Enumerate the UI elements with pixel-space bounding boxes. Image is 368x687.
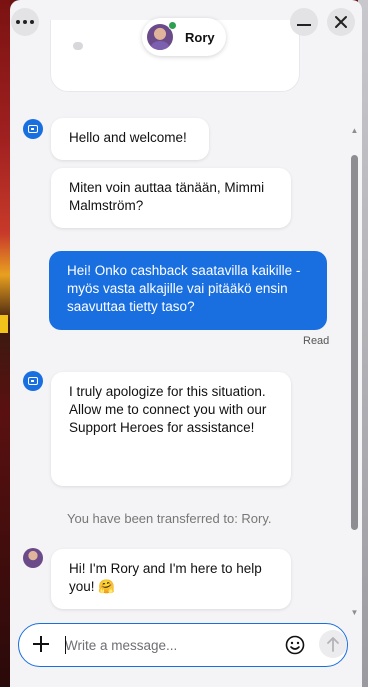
message-input[interactable] (65, 634, 265, 656)
minimize-button[interactable] (290, 8, 318, 36)
scroll-down-arrow-icon[interactable]: ▼ (350, 609, 359, 617)
user-message: Hei! Onko cashback saatavilla kaikille -… (49, 251, 327, 330)
background-page-left (0, 0, 10, 687)
message-list[interactable]: Hello and welcome! Miten voin auttaa tän… (10, 0, 362, 617)
text-caret (65, 636, 66, 654)
close-button[interactable] (327, 8, 355, 36)
read-receipt: Read (303, 335, 330, 347)
add-attachment-button[interactable] (31, 634, 51, 654)
bot-icon (23, 119, 43, 139)
placeholder-glyph (73, 42, 83, 50)
more-options-button[interactable] (11, 8, 39, 36)
agent-header: Rory (142, 18, 226, 56)
send-button[interactable] (319, 630, 347, 658)
bot-icon (23, 371, 43, 391)
background-stripe (0, 315, 8, 333)
more-horizontal-icon (16, 20, 20, 24)
close-icon (335, 16, 347, 28)
emoji-icon[interactable] (285, 635, 305, 655)
agent-message-greeting: Hi! I'm Rory and I'm here to help you! 🤗 (51, 549, 291, 609)
online-status-dot (168, 21, 177, 30)
arrow-up-icon (327, 637, 339, 652)
scrollbar-thumb[interactable] (351, 155, 358, 530)
message-composer (18, 623, 348, 667)
chat-widget: Hello and welcome! Miten voin auttaa tän… (10, 0, 362, 687)
bot-message-apology: I truly apologize for this situation. Al… (51, 372, 291, 486)
system-transfer-notice: You have been transferred to: Rory. (67, 511, 272, 526)
agent-name: Rory (185, 29, 215, 45)
minimize-icon (297, 24, 311, 26)
agent-avatar (23, 548, 43, 568)
bot-message-greeting: Hello and welcome! (51, 118, 209, 160)
bot-message-question: Miten voin auttaa tänään, Mimmi Malmströ… (51, 168, 291, 228)
scroll-up-arrow-icon[interactable]: ▲ (350, 127, 359, 135)
